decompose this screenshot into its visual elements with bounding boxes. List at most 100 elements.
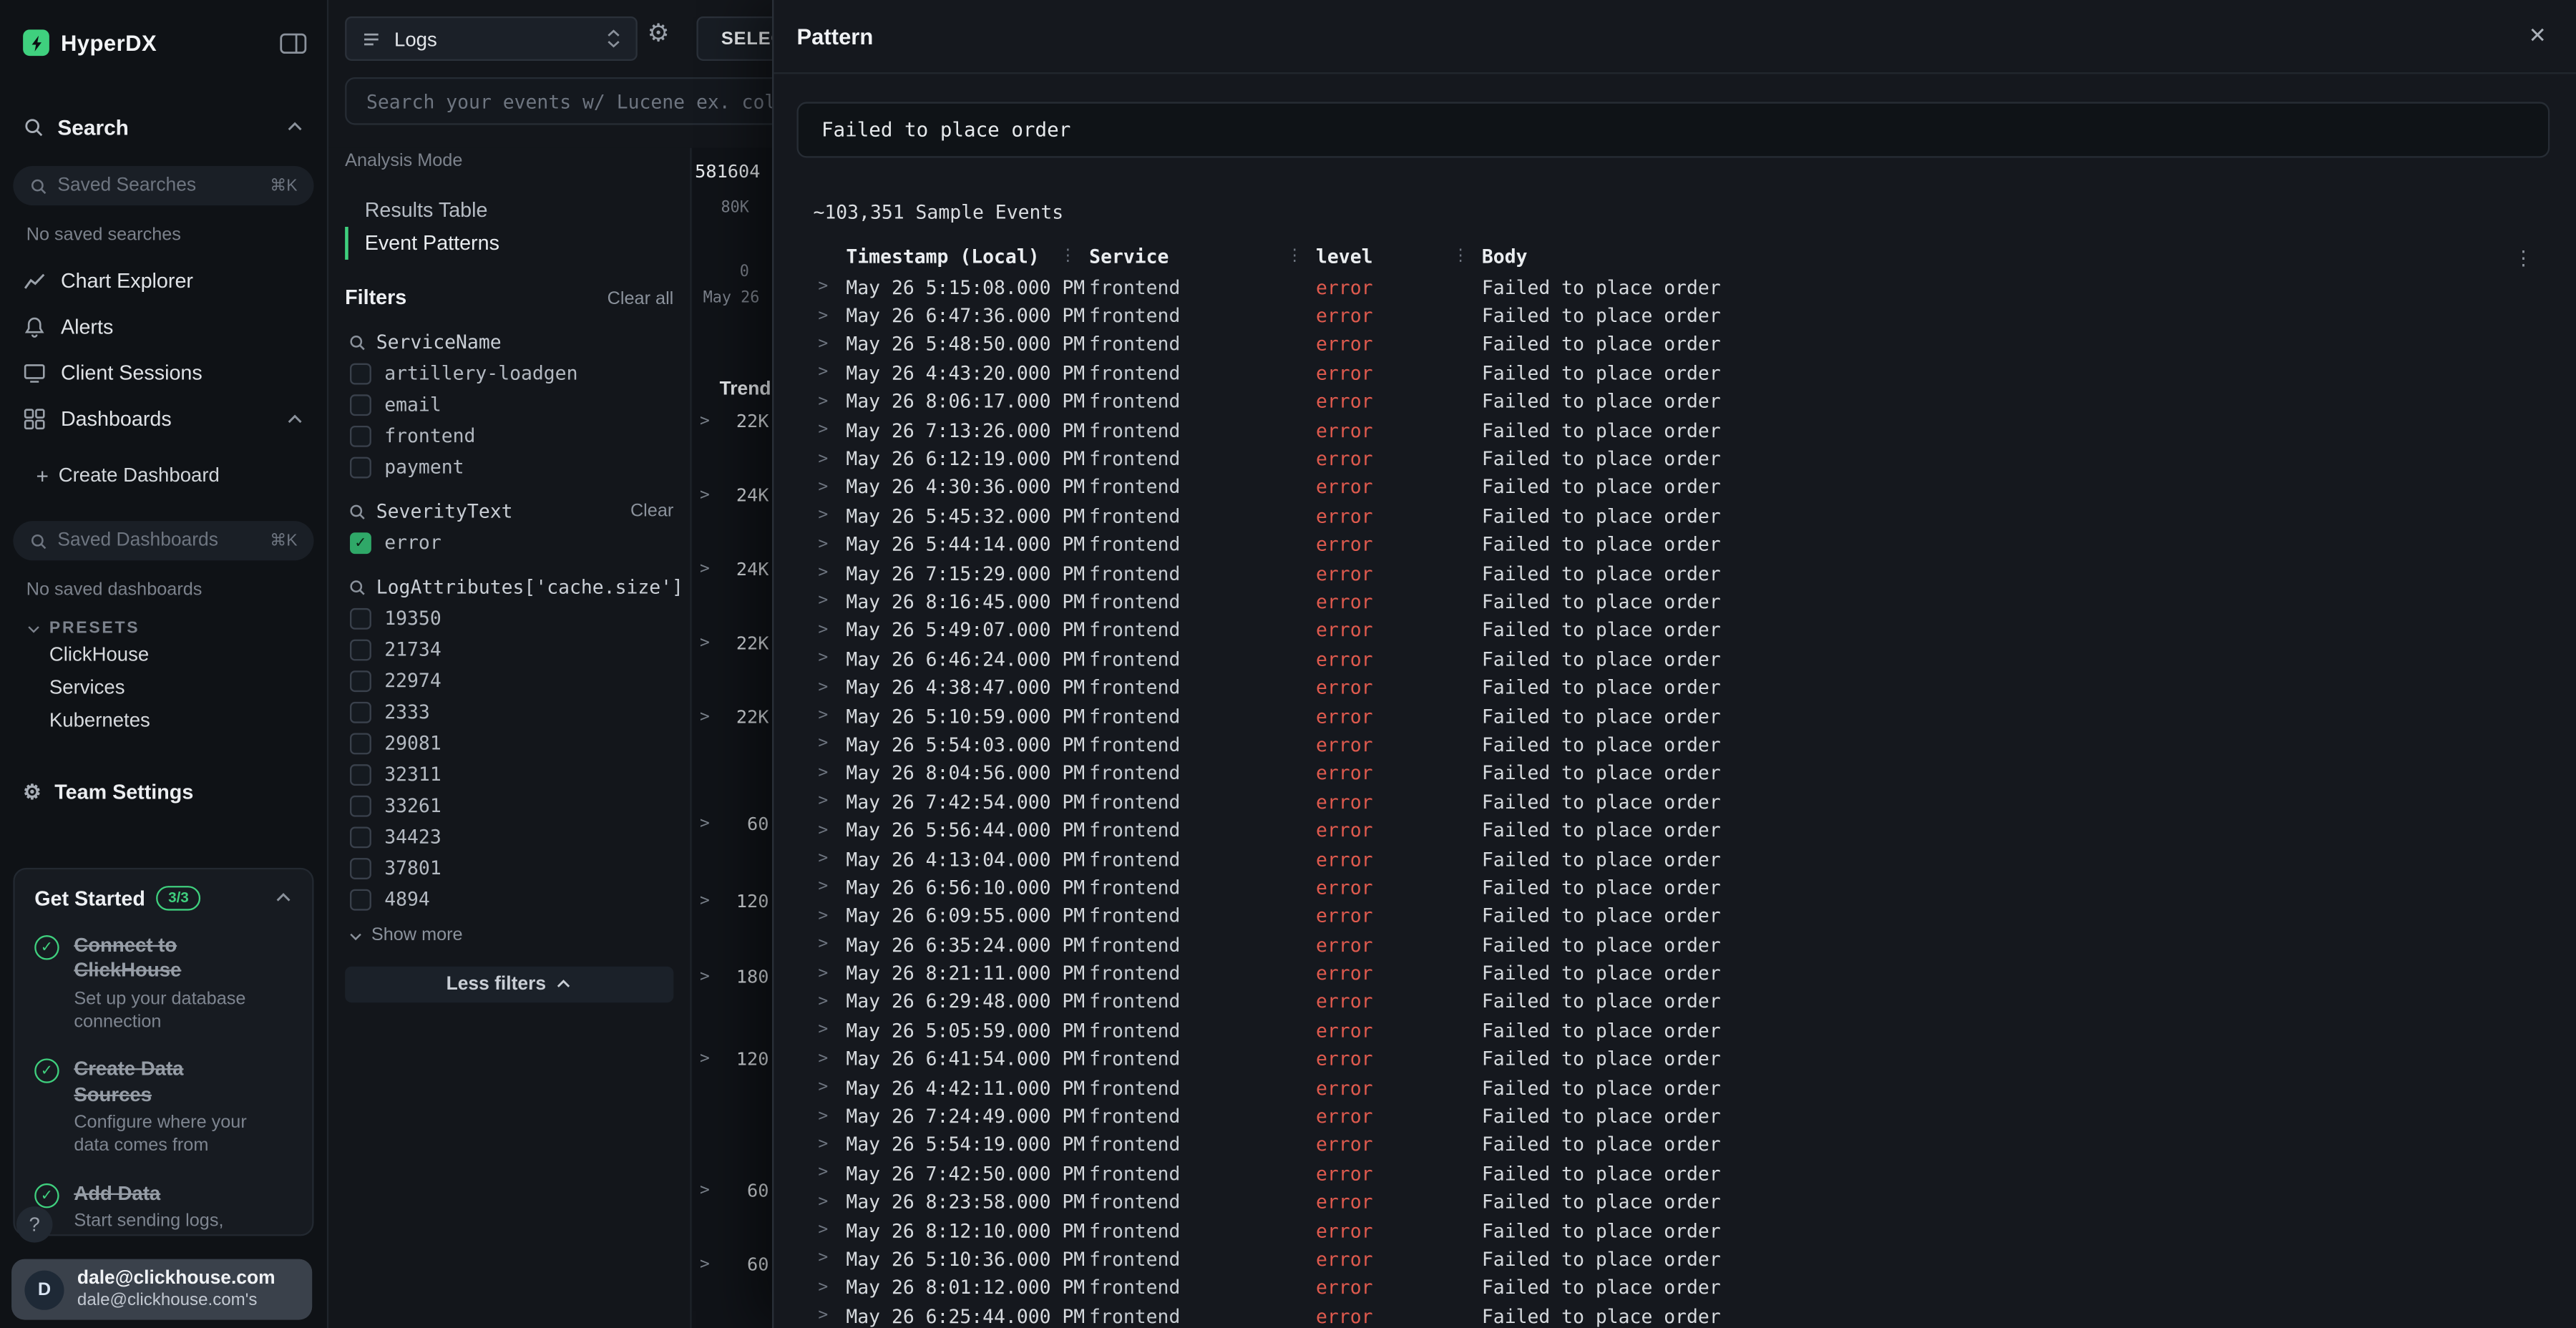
search-icon[interactable] (348, 333, 366, 351)
search-icon[interactable] (348, 577, 366, 595)
saved-dashboards-input[interactable]: Saved Dashboards ⌘K (13, 521, 313, 560)
row-expand-icon[interactable]: > (813, 1221, 846, 1239)
preset-clickhouse[interactable]: ClickHouse (0, 638, 327, 670)
event-row[interactable]: >May 26 6:29:48.000 PMfrontenderrorFaile… (813, 987, 2550, 1016)
event-row[interactable]: >May 26 6:25:44.000 PMfrontenderrorFaile… (813, 1302, 2550, 1328)
checkbox[interactable] (350, 425, 371, 446)
row-expand-icon[interactable]: > (813, 592, 846, 610)
presets-toggle[interactable]: PRESETS (0, 600, 327, 638)
row-expand-icon[interactable]: > (813, 478, 846, 496)
expand-chevron-icon[interactable]: > (700, 487, 710, 504)
row-expand-icon[interactable]: > (813, 736, 846, 753)
expand-chevron-icon[interactable]: > (700, 1182, 710, 1200)
mode-results-table[interactable]: Results Table (345, 194, 673, 227)
checkbox[interactable]: ✓ (350, 532, 371, 553)
event-row[interactable]: >May 26 4:30:36.000 PMfrontenderrorFaile… (813, 473, 2550, 502)
pattern-strip-row[interactable]: >24K (692, 559, 772, 582)
pattern-strip-row[interactable]: >120 (692, 891, 772, 914)
pattern-strip-row[interactable]: >180 (692, 967, 772, 990)
checkbox[interactable] (350, 763, 371, 785)
source-settings-gear-icon[interactable]: ⚙ (648, 21, 670, 46)
row-expand-icon[interactable]: > (813, 564, 846, 582)
event-row[interactable]: >May 26 8:12:10.000 PMfrontenderrorFaile… (813, 1216, 2550, 1245)
event-row[interactable]: >May 26 4:42:11.000 PMfrontenderrorFaile… (813, 1073, 2550, 1102)
filter-option[interactable]: 21734 (345, 638, 673, 660)
checkbox[interactable] (350, 638, 371, 660)
expand-chevron-icon[interactable]: > (700, 708, 710, 726)
checkbox[interactable] (350, 607, 371, 629)
event-row[interactable]: >May 26 4:38:47.000 PMfrontenderrorFaile… (813, 673, 2550, 702)
collapse-sidebar-icon[interactable] (279, 32, 307, 54)
filter-option[interactable]: 2333 (345, 700, 673, 723)
expand-chevron-icon[interactable]: > (700, 413, 710, 431)
search-icon[interactable] (348, 502, 366, 520)
pattern-strip-row[interactable]: >22K (692, 633, 772, 655)
help-button[interactable]: ? (16, 1206, 53, 1243)
event-row[interactable]: >May 26 7:42:50.000 PMfrontenderrorFaile… (813, 1159, 2550, 1188)
checkbox[interactable] (350, 670, 371, 691)
pattern-strip-row[interactable]: >60 (692, 1180, 772, 1203)
event-row[interactable]: >May 26 8:16:45.000 PMfrontenderrorFaile… (813, 587, 2550, 616)
event-row[interactable]: >May 26 8:21:11.000 PMfrontenderrorFaile… (813, 959, 2550, 987)
chevron-up-icon[interactable] (286, 410, 303, 428)
event-row[interactable]: >May 26 8:01:12.000 PMfrontenderrorFaile… (813, 1273, 2550, 1302)
user-menu[interactable]: D dale@clickhouse.com dale@clickhouse.co… (11, 1259, 312, 1320)
preset-services[interactable]: Services (0, 670, 327, 703)
expand-chevron-icon[interactable]: > (700, 1050, 710, 1068)
sidebar-item-client-sessions[interactable]: Client Sessions (0, 350, 327, 396)
event-row[interactable]: >May 26 5:56:44.000 PMfrontenderrorFaile… (813, 816, 2550, 844)
checkbox[interactable] (350, 701, 371, 723)
event-row[interactable]: >May 26 5:15:08.000 PMfrontenderrorFaile… (813, 273, 2550, 301)
clear-all-filters-link[interactable]: Clear all (608, 289, 674, 309)
event-row[interactable]: >May 26 8:04:56.000 PMfrontenderrorFaile… (813, 758, 2550, 787)
column-handle-icon[interactable]: ⋮ (1287, 248, 1303, 265)
event-row[interactable]: >May 26 5:10:36.000 PMfrontenderrorFaile… (813, 1245, 2550, 1274)
show-more-link[interactable]: Show more (345, 925, 673, 945)
row-expand-icon[interactable]: > (813, 449, 846, 467)
event-row[interactable]: >May 26 8:06:17.000 PMfrontenderrorFaile… (813, 387, 2550, 416)
event-row[interactable]: >May 26 7:24:49.000 PMfrontenderrorFaile… (813, 1102, 2550, 1131)
get-started-item[interactable]: ✓ Connect to ClickHouse Set up your data… (34, 934, 292, 1035)
event-row[interactable]: >May 26 5:05:59.000 PMfrontenderrorFaile… (813, 1016, 2550, 1045)
event-row[interactable]: >May 26 4:43:20.000 PMfrontenderrorFaile… (813, 358, 2550, 387)
sidebar-item-dashboards[interactable]: Dashboards (0, 396, 327, 442)
event-row[interactable]: >May 26 6:12:19.000 PMfrontenderrorFaile… (813, 444, 2550, 473)
row-expand-icon[interactable]: > (813, 879, 846, 897)
expand-chevron-icon[interactable]: > (700, 635, 710, 653)
row-expand-icon[interactable]: > (813, 707, 846, 725)
filter-option[interactable]: 32311 (345, 763, 673, 786)
row-expand-icon[interactable]: > (813, 678, 846, 696)
checkbox[interactable] (350, 456, 371, 477)
row-expand-icon[interactable]: > (813, 1164, 846, 1182)
row-expand-icon[interactable]: > (813, 421, 846, 439)
expand-chevron-icon[interactable]: > (700, 560, 710, 578)
checkbox[interactable] (350, 889, 371, 910)
expand-chevron-icon[interactable]: > (700, 968, 710, 986)
row-expand-icon[interactable]: > (813, 821, 846, 839)
row-expand-icon[interactable]: > (813, 1279, 846, 1297)
event-row[interactable]: >May 26 7:13:26.000 PMfrontenderrorFaile… (813, 416, 2550, 444)
event-row[interactable]: >May 26 6:47:36.000 PMfrontenderrorFaile… (813, 301, 2550, 330)
filter-option[interactable]: 33261 (345, 794, 673, 816)
checkbox[interactable] (350, 732, 371, 753)
row-expand-icon[interactable]: > (813, 992, 846, 1010)
row-expand-icon[interactable]: > (813, 1050, 846, 1068)
filter-option[interactable]: frontend (345, 424, 673, 447)
filter-option[interactable]: 29081 (345, 731, 673, 754)
saved-searches-input[interactable]: Saved Searches ⌘K (13, 166, 313, 205)
column-handle-icon[interactable]: ⋮ (1453, 248, 1469, 265)
pattern-strip-row[interactable]: >60 (692, 1254, 772, 1277)
get-started-header[interactable]: Get Started 3/3 (34, 886, 292, 910)
event-row[interactable]: >May 26 6:41:54.000 PMfrontenderrorFaile… (813, 1045, 2550, 1073)
row-expand-icon[interactable]: > (813, 764, 846, 782)
sidebar-item-team-settings[interactable]: ⚙ Team Settings (0, 779, 327, 804)
clear-severity-link[interactable]: Clear (630, 502, 673, 522)
sidebar-item-chart-explorer[interactable]: Chart Explorer (0, 258, 327, 304)
row-expand-icon[interactable]: > (813, 1193, 846, 1211)
filter-option[interactable]: 22974 (345, 669, 673, 692)
get-started-item[interactable]: ✓ Add Data Start sending logs, metrics, … (34, 1181, 292, 1236)
event-row[interactable]: >May 26 7:42:54.000 PMfrontenderrorFaile… (813, 787, 2550, 816)
pattern-strip-row[interactable]: >22K (692, 707, 772, 730)
less-filters-button[interactable]: Less filters (345, 967, 673, 1003)
row-expand-icon[interactable]: > (813, 793, 846, 811)
